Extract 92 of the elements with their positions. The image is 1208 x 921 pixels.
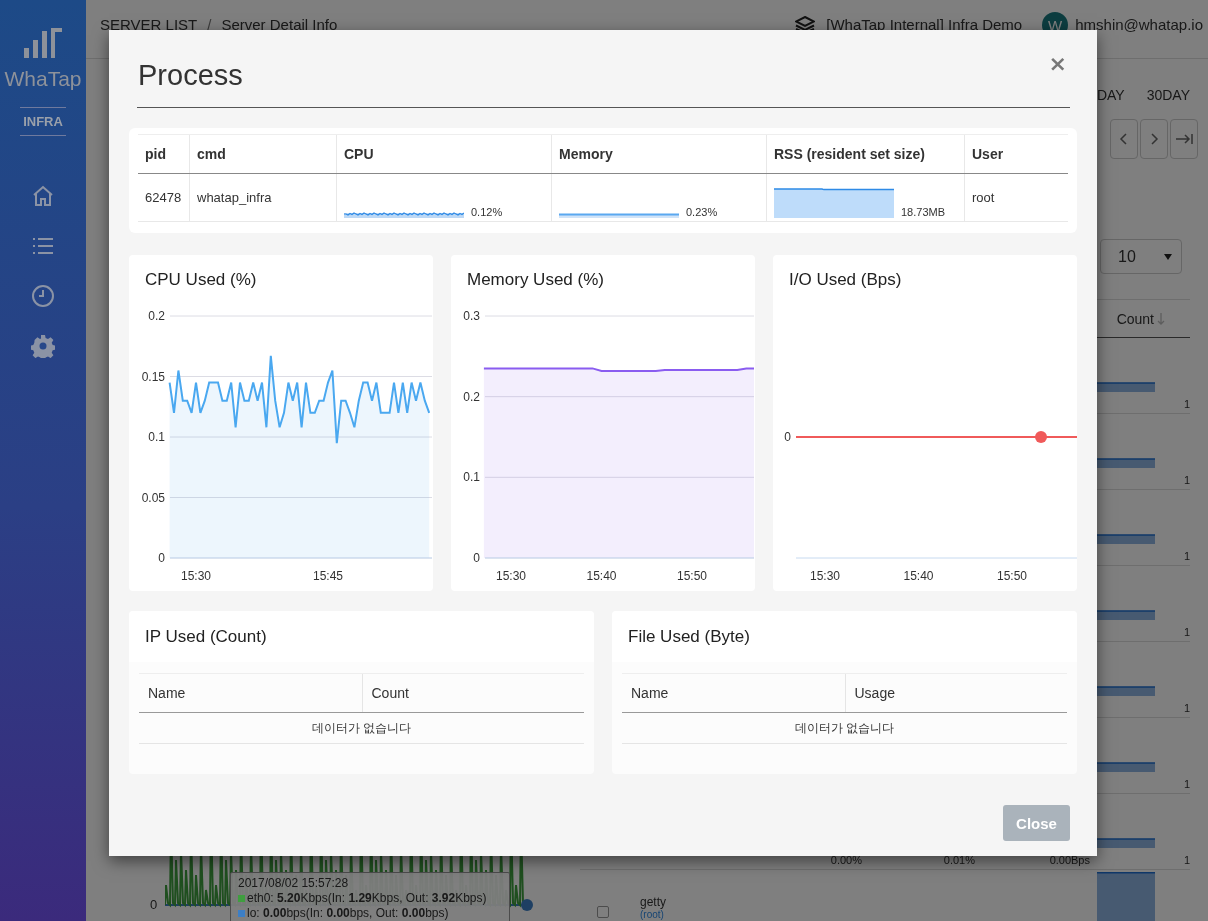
sparkline xyxy=(1097,762,1155,772)
sparkline xyxy=(1097,382,1155,392)
table-cell: 18.73MB xyxy=(901,206,946,218)
sparkline xyxy=(1097,686,1155,696)
table-cell: 1 xyxy=(1183,854,1190,866)
axis-label: 0 xyxy=(150,897,159,912)
axis-label: 0.05 xyxy=(141,490,165,505)
chart-title: Memory Used (%) xyxy=(467,270,604,289)
column-header: RSS (resident set size) xyxy=(766,134,965,174)
arrow-to-end-icon xyxy=(1175,133,1193,145)
table-cell: 1 xyxy=(1183,626,1190,638)
settings-icon[interactable] xyxy=(31,334,55,358)
axis-label: 15:45 xyxy=(313,569,343,583)
table-cell: 1 xyxy=(1183,398,1190,410)
sort-arrow-icon xyxy=(1157,312,1165,325)
page-size-dropdown[interactable]: 10 xyxy=(1100,239,1182,274)
tooltip-time: 2017/08/02 15:57:28 xyxy=(238,876,350,891)
dialog-title: Process xyxy=(138,58,243,92)
column-header: CPU xyxy=(336,134,552,174)
user-email[interactable]: hmshin@whatap.io xyxy=(1075,16,1203,33)
home-icon[interactable] xyxy=(31,184,55,208)
table-cell: 1 xyxy=(1183,702,1190,714)
range-option[interactable]: 30DAY xyxy=(1146,87,1190,103)
column-header[interactable]: Count xyxy=(1116,310,1154,327)
axis-label: 0 xyxy=(784,430,791,444)
empty-message: 데이터가 없습니다 xyxy=(794,719,895,737)
product-label: INFRA xyxy=(20,107,66,136)
table-cell: 0.00Bps xyxy=(1049,854,1090,866)
axis-label: 0 xyxy=(473,551,480,565)
table-cell: 1 xyxy=(1183,474,1190,486)
table-cell: 0.12% xyxy=(471,206,503,218)
column-header: Name xyxy=(147,685,187,701)
table-cell: whatap_infra xyxy=(197,190,272,205)
table-cell: 1 xyxy=(1183,550,1190,562)
breadcrumb-link[interactable]: SERVER LIST xyxy=(100,16,198,33)
column-header: Usage xyxy=(844,674,1067,712)
table-cell: 0.00% xyxy=(830,854,862,866)
logo-text: WhaTap xyxy=(4,67,82,91)
row-checkbox[interactable] xyxy=(596,906,609,918)
workspace-name[interactable]: [WhaTap Internal] Infra Demo xyxy=(826,16,1023,33)
last-page-button[interactable] xyxy=(1170,119,1198,159)
sparkline xyxy=(1097,872,1155,921)
column-header: cmd xyxy=(189,134,337,174)
axis-label: 15:40 xyxy=(586,569,617,583)
sparkline xyxy=(1097,458,1155,468)
axis-label: 0.2 xyxy=(463,389,480,404)
range-option[interactable]: DAY xyxy=(1096,87,1125,103)
table-cell: 1 xyxy=(1183,778,1190,790)
empty-message: 데이터가 없습니다 xyxy=(311,719,412,737)
table-cell: 62478 xyxy=(145,190,182,205)
axis-label: 15:40 xyxy=(903,569,934,583)
axis-label: 15:30 xyxy=(496,569,526,583)
caret-icon xyxy=(1164,253,1172,260)
chart-title: I/O Used (Bps) xyxy=(789,270,902,289)
sparkline xyxy=(1097,534,1155,544)
sparkline xyxy=(1097,838,1155,848)
column-header: User xyxy=(964,134,1068,174)
process-name: getty xyxy=(640,895,667,909)
table-cell: 0.23% xyxy=(686,206,718,218)
card-title: IP Used (Count) xyxy=(145,626,267,647)
axis-label: 15:50 xyxy=(677,569,707,583)
column-header: Name xyxy=(630,685,670,701)
column-header: Memory xyxy=(551,134,767,174)
axis-label: 0.3 xyxy=(463,311,480,323)
chevron-right-icon xyxy=(1149,133,1159,145)
card-title: File Used (Byte) xyxy=(628,626,750,647)
close-button[interactable]: Close xyxy=(1003,805,1070,841)
next-button[interactable] xyxy=(1140,119,1168,159)
axis-label: 15:50 xyxy=(997,569,1027,583)
column-header: pid xyxy=(138,134,190,174)
axis-label: 0.15 xyxy=(141,369,165,384)
tooltip-text: lo: 0.00bps(In: 0.00bps, Out: 0.00bps) xyxy=(247,906,449,921)
tooltip-text: eth0: 5.20Kbps(In: 1.29Kbps, Out: 3.92Kbps) xyxy=(247,891,487,906)
chart-title: CPU Used (%) xyxy=(145,270,257,289)
process-user: (root) xyxy=(640,909,665,921)
sparkline xyxy=(1097,610,1155,620)
clock-icon[interactable] xyxy=(31,284,55,308)
table-cell: root xyxy=(972,190,995,205)
previous-button[interactable] xyxy=(1110,119,1138,159)
breadcrumb-current: Server Detail Info xyxy=(221,16,338,33)
chevron-left-icon xyxy=(1119,133,1129,145)
axis-label: 0.1 xyxy=(148,430,165,444)
axis-label: 0.1 xyxy=(463,470,480,485)
logo-icon xyxy=(24,28,62,58)
axis-label: 0 xyxy=(158,551,165,565)
axis-label: 0.2 xyxy=(148,311,165,323)
breadcrumb-separator: / xyxy=(207,16,212,33)
table-cell: 0.01% xyxy=(943,854,975,866)
axis-label: 15:30 xyxy=(181,569,211,583)
column-header: Count xyxy=(361,674,584,712)
axis-label: 15:30 xyxy=(810,569,840,583)
close-button[interactable]: × xyxy=(1048,52,1067,76)
